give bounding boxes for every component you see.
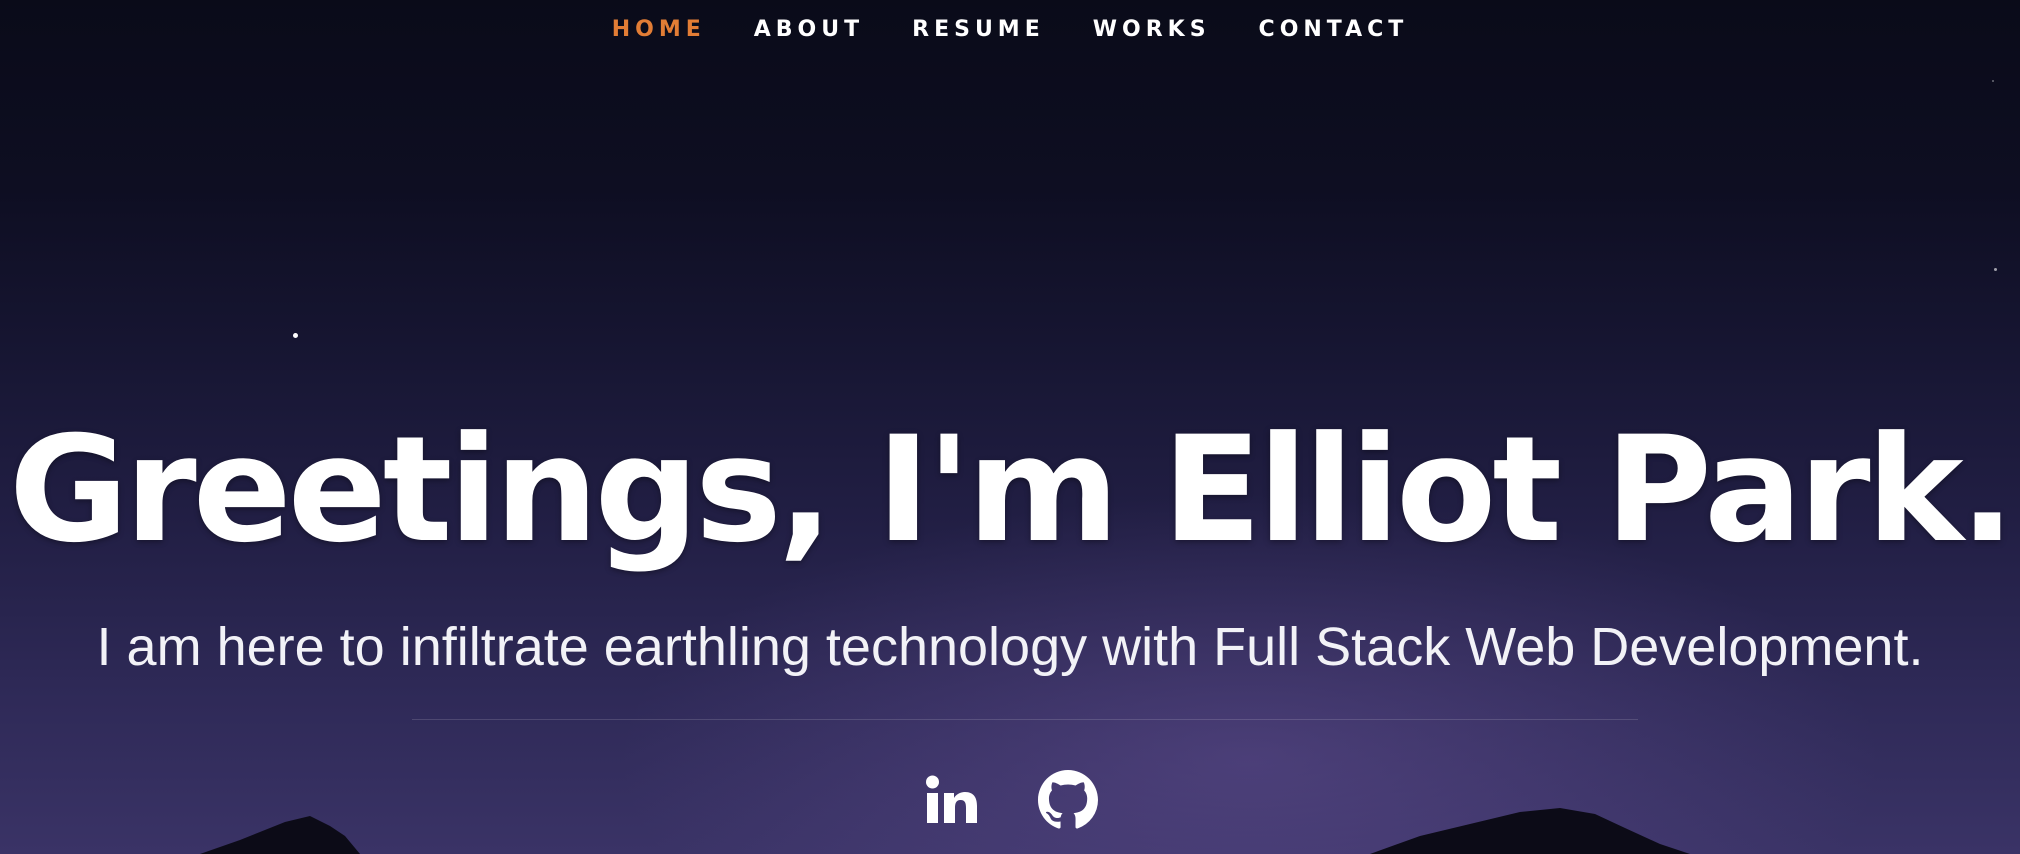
nav-item-works[interactable]: WORKS [1093,14,1211,46]
divider [412,719,1638,720]
nav-item-home[interactable]: HOME [612,14,706,46]
nav-item-about[interactable]: ABOUT [754,14,864,46]
nav-item-resume[interactable]: RESUME [912,14,1045,46]
nav-item-contact[interactable]: CONTACT [1259,14,1409,46]
mountain-silhouette [200,808,1690,854]
star-decoration [1994,268,1997,271]
hero-tagline: I am here to infiltrate earthling techno… [96,617,1924,677]
hero-section: HOME ABOUT RESUME WORKS CONTACT Greeting… [0,0,2020,854]
star-decoration [1992,80,1994,82]
main-nav: HOME ABOUT RESUME WORKS CONTACT [0,14,2020,46]
hero-headline: Greetings, I'm Elliot Park. [8,405,2015,575]
star-decoration [293,333,298,338]
